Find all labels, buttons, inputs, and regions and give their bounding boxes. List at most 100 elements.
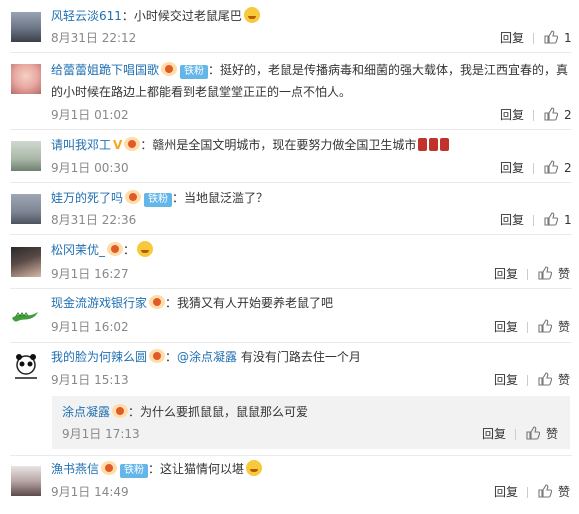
vip-badge-icon xyxy=(161,62,178,76)
crying-emoji-icon xyxy=(246,460,263,476)
vip-badge-icon xyxy=(149,295,166,309)
divider xyxy=(515,429,516,440)
divider xyxy=(533,215,534,226)
fan-badge: 铁粉 xyxy=(144,193,173,207)
vip-badge-icon xyxy=(149,349,166,363)
mention-link[interactable]: @涂点凝露 xyxy=(177,350,237,364)
comment-text: 小时候交过老鼠尾巴 xyxy=(133,9,242,23)
username[interactable]: 现金流游戏银行家 xyxy=(51,296,147,310)
like-count: 1 xyxy=(564,213,572,227)
comment-text: 赣州是全国文明城市，现在要努力做全国卫生城市 xyxy=(152,138,417,152)
reply-button[interactable]: 回复 xyxy=(500,210,524,230)
comment-date: 9月1日 16:02 xyxy=(51,320,129,334)
comment-item: 请叫我邓工 V ：赣州是全国文明城市，现在要努力做全国卫生城市 9月1日 00:30… xyxy=(0,130,579,183)
comment-item: 现金流游戏银行家 ：我猜又有人开始要养老鼠了吧 9月1日 16:02 回复 赞 xyxy=(0,289,579,342)
comment-text: 当地鼠泛滥了？ xyxy=(184,191,269,205)
like-label: 赞 xyxy=(558,485,571,499)
like-button[interactable]: 2 xyxy=(544,158,572,178)
comment-item: 给蕾蕾姐跪下唱国歌 铁粉 ：挺好的，老鼠是传播病毒和细菌的强大载体，我是江西宜春的，… xyxy=(0,53,579,130)
comment-item: 娃万的死了吗 铁粉 ：当地鼠泛滥了？ 8月31日 22:36 回复 1 xyxy=(0,183,579,234)
reply-button[interactable]: 回复 xyxy=(494,317,518,337)
like-count: 2 xyxy=(564,161,572,175)
reply-button[interactable]: 回复 xyxy=(494,482,518,502)
thumbs-up-icon xyxy=(544,30,558,44)
comment-date: 9月1日 14:49 xyxy=(51,485,129,499)
avatar[interactable] xyxy=(11,247,41,277)
like-button[interactable]: 2 xyxy=(544,105,572,125)
reply-button[interactable]: 回复 xyxy=(500,158,524,178)
fan-badge: 铁粉 xyxy=(120,464,149,478)
divider xyxy=(527,269,528,280)
comment-text: 有没有门路去住一个月 xyxy=(237,350,361,364)
like-button[interactable]: 1 xyxy=(544,210,572,230)
avatar[interactable] xyxy=(11,64,41,94)
thumbs-up-icon xyxy=(538,484,552,498)
like-button[interactable]: 1 xyxy=(544,28,572,48)
divider xyxy=(533,110,534,121)
like-label: 赞 xyxy=(558,373,571,387)
comment-date: 9月1日 15:13 xyxy=(51,373,129,387)
like-button[interactable]: 赞 xyxy=(538,317,570,337)
like-label: 赞 xyxy=(546,427,559,441)
like-button[interactable]: 赞 xyxy=(538,482,570,502)
thumbs-up-icon xyxy=(538,319,552,333)
thumbs-up-icon xyxy=(526,426,540,440)
like-button[interactable]: 赞 xyxy=(538,370,570,390)
avatar[interactable] xyxy=(11,12,41,42)
username[interactable]: 松冈茉优_ xyxy=(51,243,105,257)
comment-date: 9月1日 00:30 xyxy=(51,161,129,175)
thumbs-up-icon xyxy=(544,212,558,226)
thumbs-up-icon xyxy=(544,107,558,121)
vip-badge-icon xyxy=(125,190,142,204)
like-label: 赞 xyxy=(558,320,571,334)
username[interactable]: 请叫我邓工 xyxy=(51,138,111,152)
like-button[interactable]: 赞 xyxy=(538,264,570,284)
reply-button[interactable]: 回复 xyxy=(494,370,518,390)
divider xyxy=(527,322,528,333)
username[interactable]: 漁书燕信 xyxy=(51,462,99,476)
vip-badge-icon xyxy=(107,242,124,256)
laughing-emoji-icon xyxy=(243,7,260,23)
red-packet-emoji-icon xyxy=(418,138,428,151)
vip-badge-icon xyxy=(112,404,129,418)
reply-button[interactable]: 回复 xyxy=(494,264,518,284)
comment-item: 风轻云淡611：小时候交过老鼠尾巴 8月31日 22:12 回复 1 xyxy=(0,0,579,52)
avatar[interactable] xyxy=(11,466,41,496)
comment-date: 9月1日 01:02 xyxy=(51,108,129,122)
divider xyxy=(533,33,534,44)
comment-date: 9月1日 17:13 xyxy=(62,427,140,441)
panda-meme-avatar-icon xyxy=(15,354,37,379)
comment-text: 为什么要抓鼠鼠，鼠鼠那么可爱 xyxy=(140,405,309,419)
red-packet-emoji-icon xyxy=(440,138,450,151)
username[interactable]: 风轻云淡611 xyxy=(51,9,122,23)
divider xyxy=(527,375,528,386)
divider xyxy=(527,487,528,498)
red-packet-emoji-icon xyxy=(429,138,439,151)
username[interactable]: 给蕾蕾姐跪下唱国歌 xyxy=(51,63,159,77)
reply-button[interactable]: 回复 xyxy=(500,28,524,48)
comment-text: 这让猫情何以堪 xyxy=(160,462,245,476)
reply-button[interactable]: 回复 xyxy=(482,424,506,444)
username[interactable]: 我的脸为何辣么圆 xyxy=(51,350,147,364)
thumbs-up-icon xyxy=(544,160,558,174)
thumbs-up-icon xyxy=(538,372,552,386)
username[interactable]: 娃万的死了吗 xyxy=(51,191,123,205)
avatar[interactable] xyxy=(11,300,41,330)
username[interactable]: 涂点凝露 xyxy=(62,405,110,419)
avatar[interactable] xyxy=(11,141,41,171)
like-count: 2 xyxy=(564,108,572,122)
comment-date: 8月31日 22:36 xyxy=(51,213,137,227)
avatar[interactable] xyxy=(11,353,41,383)
fan-badge: 铁粉 xyxy=(180,65,209,79)
avatar[interactable] xyxy=(11,194,41,224)
vip-badge-icon xyxy=(101,461,118,475)
comment-date: 8月31日 22:12 xyxy=(51,31,137,45)
verified-v-icon: V xyxy=(113,138,123,152)
vip-badge-icon xyxy=(124,137,141,151)
like-count: 1 xyxy=(564,31,572,45)
divider xyxy=(533,163,534,174)
thumbs-up-icon xyxy=(538,266,552,280)
laughing-emoji-icon xyxy=(137,241,154,257)
like-button[interactable]: 赞 xyxy=(526,424,558,444)
reply-button[interactable]: 回复 xyxy=(500,105,524,125)
